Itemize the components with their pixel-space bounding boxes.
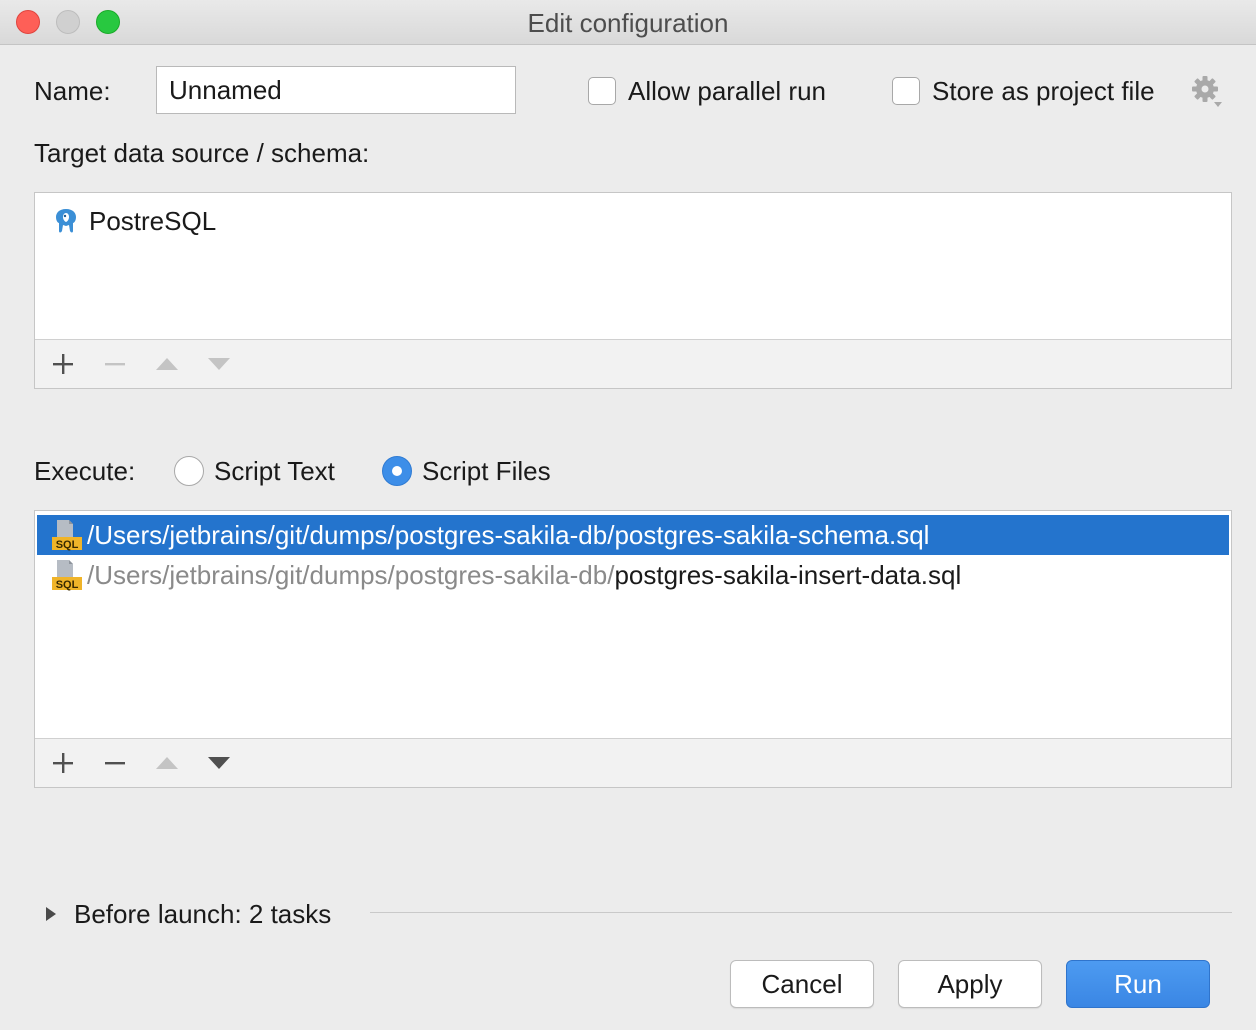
store-as-project-file-checkbox[interactable] [892, 77, 920, 105]
data-source-toolbar [35, 339, 1231, 388]
svg-text:SQL: SQL [56, 539, 79, 551]
triangle-right-icon [46, 907, 56, 921]
script-text-label[interactable]: Script Text [214, 456, 335, 487]
sql-file-icon: SQL [52, 560, 82, 591]
cancel-button[interactable]: Cancel [730, 960, 874, 1008]
move-up-data-source-button[interactable] [147, 340, 187, 388]
name-input[interactable] [156, 66, 516, 114]
file-name: postgres-sakila-insert-data.sql [614, 559, 962, 590]
move-up-script-file-button[interactable] [147, 739, 187, 787]
svg-text:SQL: SQL [56, 579, 79, 591]
plus-icon [53, 354, 73, 374]
allow-parallel-run-label[interactable]: Allow parallel run [628, 76, 826, 107]
list-item[interactable]: PostreSQL [51, 201, 216, 241]
minus-icon [105, 762, 125, 765]
triangle-down-icon [208, 358, 230, 370]
script-files-toolbar [35, 738, 1231, 787]
execute-label: Execute: [34, 456, 136, 486]
postgresql-elephant-icon [56, 209, 76, 233]
script-text-radio[interactable] [174, 456, 204, 486]
before-launch-toggle[interactable]: Before launch: 2 tasks [40, 896, 331, 932]
minus-icon [105, 363, 125, 366]
remove-data-source-button[interactable] [95, 340, 135, 388]
title-bar[interactable]: Edit configuration [0, 0, 1256, 45]
run-button[interactable]: Run [1066, 960, 1210, 1008]
remove-script-file-button[interactable] [95, 739, 135, 787]
allow-parallel-run-checkbox[interactable] [588, 77, 616, 105]
triangle-down-icon [208, 757, 230, 769]
file-directory: /Users/jetbrains/git/dumps/postgres-saki… [87, 559, 615, 590]
table-row[interactable]: SQL /Users/jetbrains/git/dumps/postgres-… [37, 515, 1229, 555]
store-as-project-file-label[interactable]: Store as project file [932, 76, 1155, 107]
window-title: Edit configuration [527, 8, 729, 38]
before-launch-label: Before launch: 2 tasks [74, 898, 332, 929]
file-name: postgres-sakila-schema.sql [614, 519, 930, 550]
script-files-label[interactable]: Script Files [422, 456, 551, 487]
triangle-up-icon [156, 757, 178, 769]
divider [370, 912, 1232, 913]
triangle-up-icon [156, 358, 178, 370]
apply-button[interactable]: Apply [898, 960, 1042, 1008]
script-files-list[interactable]: SQL /Users/jetbrains/git/dumps/postgres-… [34, 510, 1232, 788]
target-data-source-label: Target data source / schema: [34, 138, 370, 168]
table-row[interactable]: SQL /Users/jetbrains/git/dumps/postgres-… [37, 555, 1229, 595]
script-files-radio[interactable] [382, 456, 412, 486]
name-label: Name: [34, 76, 111, 106]
plus-icon [53, 753, 73, 773]
edit-configuration-dialog: Edit configuration Name: Allow parallel … [0, 0, 1256, 1030]
add-data-source-button[interactable] [43, 340, 83, 388]
sql-file-icon: SQL [52, 520, 82, 551]
add-script-file-button[interactable] [43, 739, 83, 787]
list-item-label: PostreSQL [89, 205, 217, 236]
file-directory: /Users/jetbrains/git/dumps/postgres-saki… [87, 519, 615, 550]
move-down-script-file-button[interactable] [199, 739, 239, 787]
move-down-data-source-button[interactable] [199, 340, 239, 388]
gear-icon[interactable] [1190, 74, 1224, 108]
data-source-list[interactable]: PostreSQL [34, 192, 1232, 389]
